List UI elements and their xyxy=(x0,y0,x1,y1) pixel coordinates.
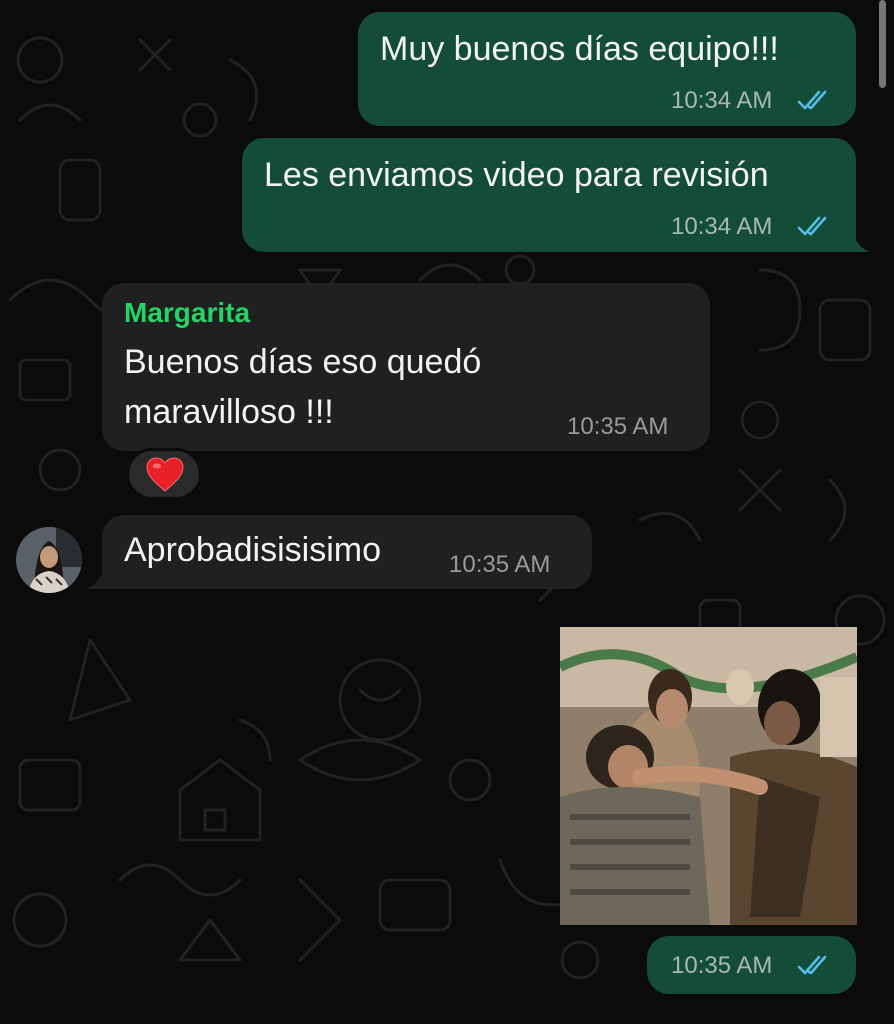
bubble-tail xyxy=(86,569,110,589)
video-thumbnail[interactable] xyxy=(560,627,857,925)
message-text-line: maravilloso !!! xyxy=(124,393,334,431)
message-time: 10:34 AM xyxy=(671,213,773,240)
message-time: 10:35 AM xyxy=(671,952,773,979)
message-text: Muy buenos días equipo!!! xyxy=(380,30,779,68)
double-check-icon xyxy=(797,955,827,975)
reaction-badge[interactable] xyxy=(126,448,202,500)
scrollbar[interactable] xyxy=(879,0,886,88)
sender-name: Margarita xyxy=(124,297,251,328)
outgoing-message-bubble[interactable]: Muy buenos días equipo!!! 10:34 AM xyxy=(358,12,856,126)
message-text: Les enviamos video para revisión xyxy=(264,156,769,194)
bubble-tail xyxy=(846,232,870,252)
message-text: Aprobadisisisimo xyxy=(124,531,381,569)
message-text-line: Buenos días eso quedó xyxy=(124,343,482,381)
message-time: 10:35 AM xyxy=(567,413,669,440)
outgoing-message-bubble[interactable]: 10:35 AM xyxy=(647,936,856,994)
incoming-message-bubble[interactable]: Margarita Buenos días eso quedó maravill… xyxy=(102,283,710,451)
double-check-icon xyxy=(797,90,827,110)
double-check-icon xyxy=(797,216,827,236)
incoming-message-bubble[interactable]: Aprobadisisisimo 10:35 AM xyxy=(102,515,592,589)
message-time: 10:34 AM xyxy=(671,87,773,114)
video-frame xyxy=(560,627,857,925)
heart-icon xyxy=(146,457,184,492)
outgoing-message-bubble[interactable]: Les enviamos video para revisión 10:34 A… xyxy=(242,138,856,252)
avatar[interactable] xyxy=(16,527,82,593)
message-time: 10:35 AM xyxy=(449,551,551,578)
avatar-image xyxy=(16,527,82,593)
